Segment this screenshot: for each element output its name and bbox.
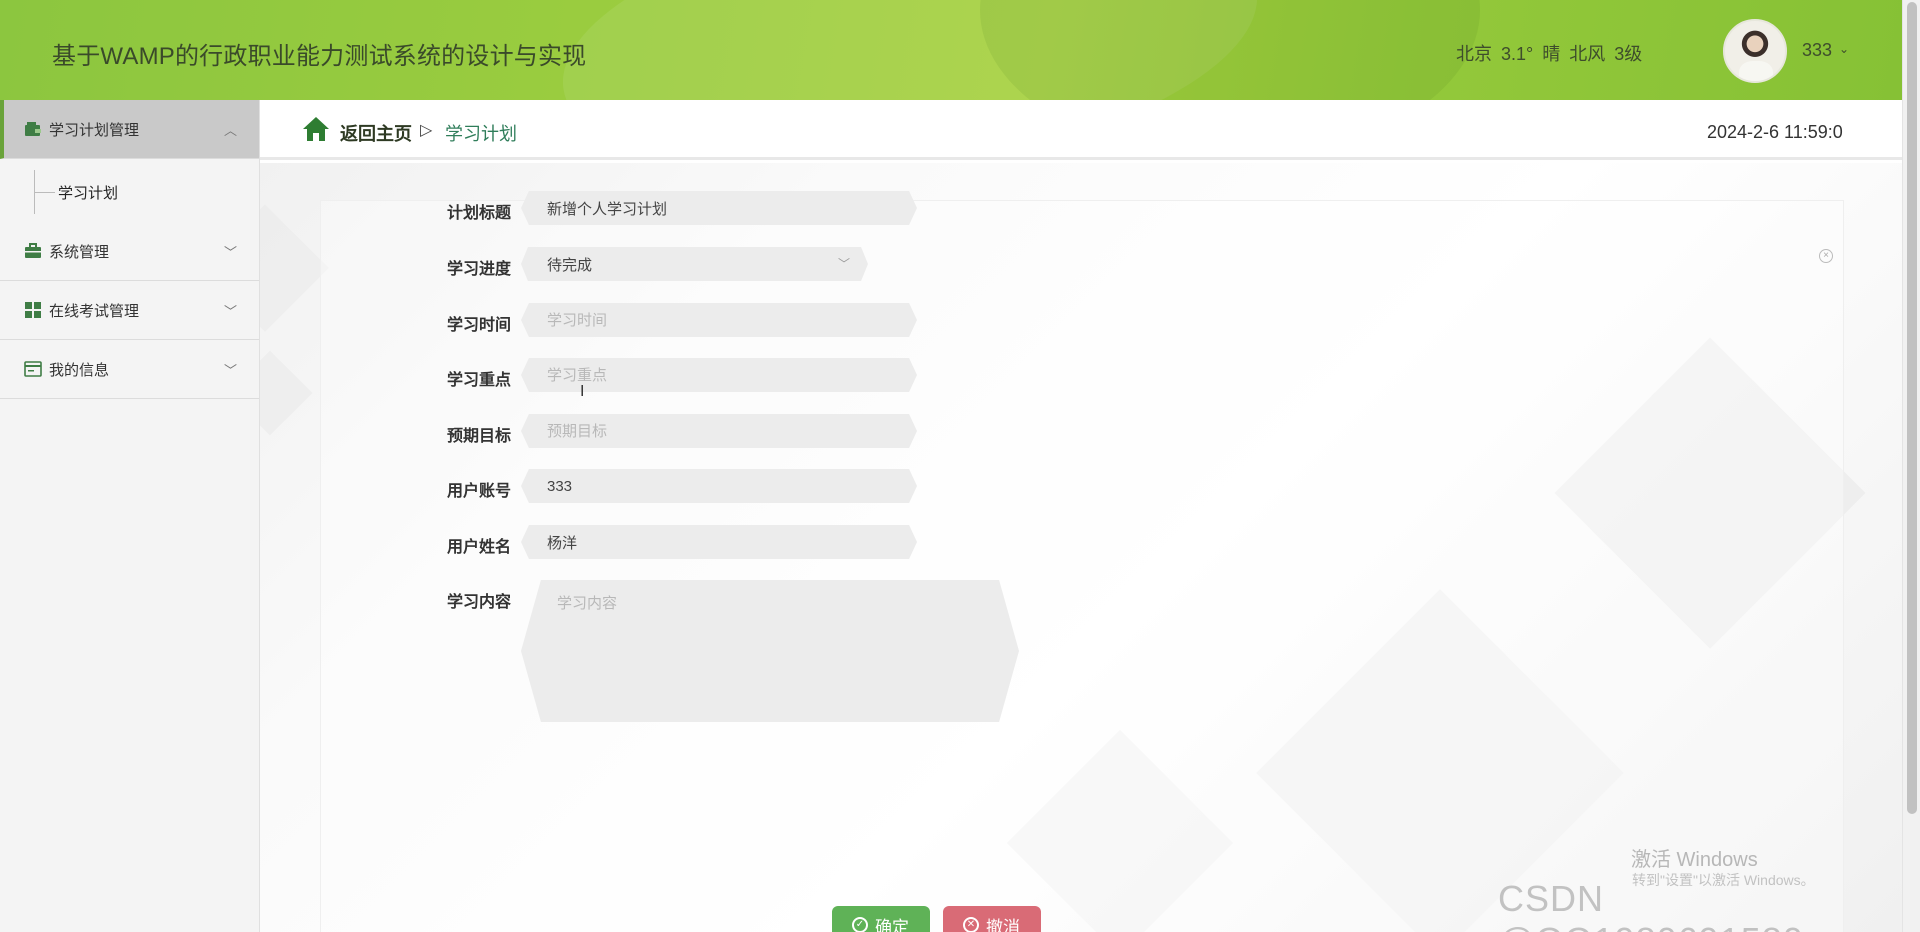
- study-time-input[interactable]: [521, 303, 917, 337]
- user-account-input[interactable]: [521, 469, 917, 503]
- chevron-up-icon[interactable]: ︿: [224, 120, 237, 139]
- field-label-study-focus: 学习重点: [447, 372, 512, 389]
- expected-goal-input[interactable]: [521, 414, 917, 448]
- windows-activation-title: 激活 Windows: [1631, 849, 1758, 871]
- sidebar-item-study-plan-management[interactable]: 学习计划管理 ︿: [0, 100, 259, 159]
- chevron-down-icon[interactable]: ﹀: [224, 360, 237, 379]
- study-content-textarea[interactable]: [521, 580, 1019, 722]
- breadcrumb-separator-icon: ▷: [420, 122, 433, 139]
- sidebar-item-label: 在线考试管理: [49, 302, 140, 320]
- chevron-down-icon[interactable]: ﹀: [224, 242, 237, 261]
- page-scrollbar[interactable]: [1902, 0, 1920, 932]
- breadcrumb-current: 学习计划: [445, 124, 517, 144]
- field-label-expected-goal: 预期目标: [447, 428, 512, 445]
- background-decoration: [260, 204, 329, 332]
- home-icon[interactable]: [302, 116, 330, 142]
- sidebar-item-label: 我的信息: [49, 361, 110, 379]
- main-content: × 计划标题 学习进度 待完成 ﹀ 学习时间 学习重点 预期目标 用户账号 用户…: [260, 163, 1902, 932]
- avatar[interactable]: [1723, 19, 1787, 83]
- tree-branch: [35, 192, 55, 193]
- grid-icon: [24, 302, 42, 318]
- confirm-button-label: 确定: [875, 917, 909, 932]
- sidebar-subitem-study-plan[interactable]: 学习计划: [0, 162, 259, 222]
- confirm-button[interactable]: ✓ 确定: [832, 906, 930, 932]
- sidebar-item-online-exam-management[interactable]: 在线考试管理 ﹀: [0, 281, 259, 340]
- close-icon[interactable]: ×: [1819, 249, 1833, 263]
- chevron-down-icon[interactable]: ﹀: [224, 301, 237, 320]
- study-progress-select[interactable]: 待完成 ﹀: [521, 247, 868, 281]
- sidebar: 学习计划管理 ︿ 学习计划 系统管理 ﹀ 在线考试管理 ﹀ 我的信息 ﹀: [0, 100, 260, 932]
- field-label-user-name: 用户姓名: [447, 539, 512, 556]
- check-circle-icon: ✓: [852, 917, 868, 932]
- current-datetime: 2024-2-6 11:59:0: [1707, 122, 1843, 142]
- sidebar-item-my-info[interactable]: 我的信息 ﹀: [0, 340, 259, 399]
- briefcase-icon: [24, 243, 42, 259]
- app-title: 基于WAMP的行政职业能力测试系统的设计与实现: [52, 43, 587, 70]
- user-menu-name[interactable]: 333: [1802, 40, 1832, 61]
- cancel-button-label: 撤消: [986, 917, 1020, 932]
- field-label-study-time: 学习时间: [447, 317, 512, 334]
- background-decoration: [260, 350, 313, 436]
- breadcrumb: 返回主页 ▷ 学习计划 2024-2-6 11:59:0: [260, 100, 1902, 160]
- breadcrumb-home-link[interactable]: 返回主页: [340, 120, 412, 146]
- sidebar-item-label: 学习计划管理: [49, 121, 140, 139]
- top-header: 基于WAMP的行政职业能力测试系统的设计与实现 北京 3.1° 晴 北风 3级 …: [0, 0, 1902, 100]
- wallet-icon: [24, 121, 42, 137]
- weather-info: 北京 3.1° 晴 北风 3级: [1456, 44, 1643, 64]
- csdn-watermark: CSDN @QQ1980691580: [1498, 878, 1803, 932]
- field-label-user-account: 用户账号: [447, 483, 512, 500]
- user-name-input[interactable]: [521, 525, 917, 559]
- id-card-icon: [24, 361, 42, 377]
- sidebar-subitem-label: 学习计划: [58, 184, 119, 202]
- chevron-down-icon: ﹀: [837, 257, 850, 271]
- close-circle-icon: ✕: [963, 917, 979, 932]
- plan-title-input[interactable]: [521, 191, 917, 225]
- text-cursor-icon: I: [580, 383, 585, 400]
- field-label-study-content: 学习内容: [447, 594, 512, 611]
- field-label-plan-title: 计划标题: [447, 205, 512, 222]
- study-progress-selected: 待完成: [547, 256, 593, 274]
- sidebar-item-system-management[interactable]: 系统管理 ﹀: [0, 222, 259, 281]
- scrollbar-thumb[interactable]: [1907, 2, 1917, 814]
- chevron-down-icon[interactable]: ⌄: [1839, 42, 1849, 56]
- cancel-button[interactable]: ✕ 撤消: [943, 906, 1041, 932]
- field-label-study-progress: 学习进度: [447, 261, 512, 278]
- sidebar-item-label: 系统管理: [49, 243, 110, 261]
